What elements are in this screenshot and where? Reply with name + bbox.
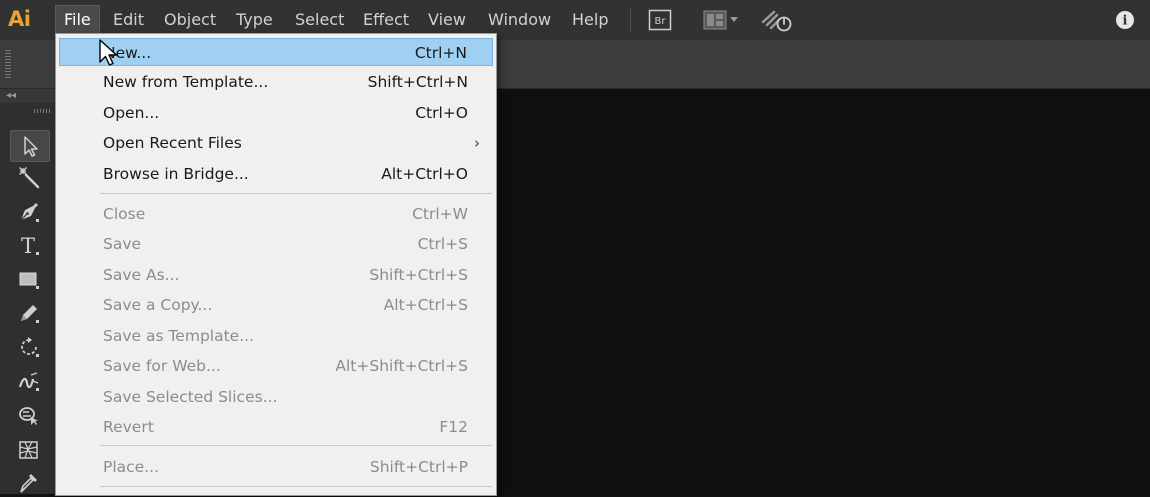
- menu-item-label: Place...: [103, 458, 159, 476]
- rectangle-tool-icon[interactable]: [10, 264, 48, 294]
- menu-item-shortcut: Ctrl+S: [417, 235, 468, 253]
- menu-effect[interactable]: Effect: [355, 6, 417, 34]
- collapse-panel-icon[interactable]: ◂◂: [6, 89, 16, 103]
- menu-item-open[interactable]: Open... Ctrl+O: [56, 99, 496, 127]
- menu-item-shortcut: Shift+Ctrl+N: [367, 73, 468, 91]
- menu-item-new-from-template[interactable]: New from Template... Shift+Ctrl+N: [56, 68, 496, 96]
- menu-item-label: Open Recent Files: [103, 134, 242, 152]
- menu-item-label: Browse in Bridge...: [103, 165, 249, 183]
- eyedropper-tool-icon[interactable]: [10, 467, 48, 497]
- gpu-performance-icon[interactable]: [760, 8, 794, 32]
- menu-item-label: New from Template...: [103, 73, 269, 91]
- menu-type[interactable]: Type: [228, 6, 281, 34]
- shape-builder-tool-icon[interactable]: [10, 400, 48, 430]
- menu-item-save-a-copy[interactable]: Save a Copy... Alt+Ctrl+S: [56, 291, 496, 319]
- menu-object[interactable]: Object: [156, 6, 224, 34]
- menu-item-close[interactable]: Close Ctrl+W: [56, 200, 496, 228]
- width-tool-icon[interactable]: [10, 366, 48, 396]
- menu-item-place[interactable]: Place... Shift+Ctrl+P: [56, 453, 496, 481]
- menu-item-shortcut: Ctrl+O: [415, 104, 468, 122]
- menu-file[interactable]: File: [55, 5, 100, 36]
- menu-item-revert[interactable]: Revert F12: [56, 413, 496, 441]
- menu-item-new[interactable]: New... Ctrl+N: [59, 38, 493, 66]
- control-bar-grip[interactable]: [5, 50, 11, 78]
- file-menu-dropdown: New... Ctrl+N New from Template... Shift…: [55, 33, 497, 496]
- pen-tool-icon[interactable]: [10, 197, 48, 227]
- arrange-documents-icon[interactable]: [702, 8, 742, 32]
- menu-item-label: Close: [103, 205, 146, 223]
- menu-window[interactable]: Window: [480, 6, 559, 34]
- menu-item-label: Save: [103, 235, 142, 253]
- menu-item-shortcut: Shift+Ctrl+S: [369, 266, 468, 284]
- selection-tool-icon[interactable]: [10, 130, 50, 162]
- menu-separator: [100, 193, 492, 194]
- tools-panel-grip[interactable]: [34, 109, 52, 113]
- rotate-tool-icon[interactable]: [10, 332, 48, 362]
- menu-select[interactable]: Select: [287, 6, 352, 34]
- info-icon[interactable]: i: [1115, 8, 1135, 32]
- menu-item-save-as-template[interactable]: Save as Template...: [56, 322, 496, 350]
- menu-item-save-as[interactable]: Save As... Shift+Ctrl+S: [56, 261, 496, 289]
- menu-view[interactable]: View: [420, 6, 474, 34]
- menu-item-shortcut: F12: [439, 418, 468, 436]
- menu-item-shortcut: Ctrl+N: [414, 44, 467, 62]
- menu-item-save-selected-slices[interactable]: Save Selected Slices...: [56, 383, 496, 411]
- menu-item-label: Save as Template...: [103, 327, 254, 345]
- menu-separator: [100, 445, 492, 446]
- menu-item-open-recent-files[interactable]: Open Recent Files ›: [56, 129, 496, 157]
- menu-item-shortcut: Alt+Ctrl+O: [381, 165, 468, 183]
- perspective-grid-tool-icon[interactable]: [10, 435, 48, 465]
- pencil-tool-icon[interactable]: [10, 298, 48, 328]
- menu-item-shortcut: Ctrl+W: [412, 205, 468, 223]
- menu-item-shortcut: Shift+Ctrl+P: [369, 458, 468, 476]
- menu-item-label: Save As...: [103, 266, 180, 284]
- menu-separator: [630, 8, 631, 32]
- menu-item-label: Open...: [103, 104, 160, 122]
- menu-item-shortcut: Alt+Ctrl+S: [383, 296, 468, 314]
- menu-item-label: Save for Web...: [103, 357, 221, 375]
- bridge-icon-label: Br: [655, 16, 667, 27]
- menu-help[interactable]: Help: [564, 6, 616, 34]
- app-logo: Ai: [8, 7, 31, 31]
- magic-wand-tool-icon[interactable]: [10, 163, 48, 193]
- menu-item-label: Revert: [103, 418, 154, 436]
- type-tool-glyph: T: [21, 234, 35, 257]
- menu-separator: [100, 486, 492, 487]
- submenu-arrow-icon: ›: [474, 134, 480, 152]
- menu-item-browse-in-bridge[interactable]: Browse in Bridge... Alt+Ctrl+O: [56, 160, 496, 188]
- mouse-cursor-icon: [99, 39, 118, 66]
- type-tool-icon[interactable]: T: [10, 230, 48, 260]
- menu-edit[interactable]: Edit: [105, 6, 152, 34]
- info-icon-glyph: i: [1123, 14, 1128, 29]
- menu-item-save[interactable]: Save Ctrl+S: [56, 230, 496, 258]
- menu-item-shortcut: Alt+Shift+Ctrl+S: [335, 357, 468, 375]
- menu-item-save-for-web[interactable]: Save for Web... Alt+Shift+Ctrl+S: [56, 352, 496, 380]
- menu-item-label: Save a Copy...: [103, 296, 213, 314]
- menu-item-label: Save Selected Slices...: [103, 388, 278, 406]
- bridge-icon[interactable]: Br: [648, 8, 672, 32]
